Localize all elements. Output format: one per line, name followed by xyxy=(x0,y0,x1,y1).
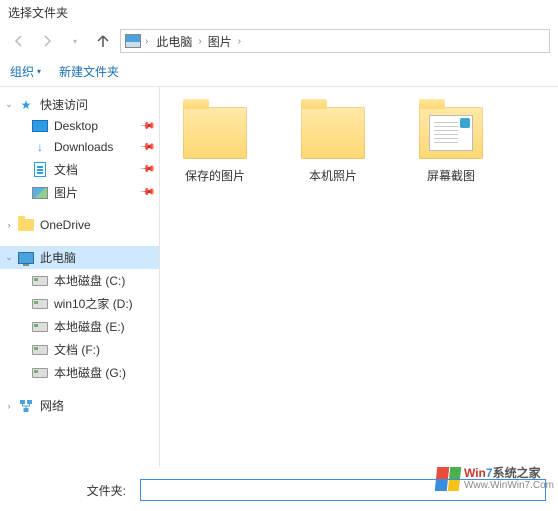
item-label: 保存的图片 xyxy=(170,167,260,184)
recent-dropdown[interactable]: ▾ xyxy=(64,30,86,52)
chevron-down-icon: ▾ xyxy=(37,67,41,76)
drive-icon xyxy=(32,345,48,355)
sidebar-item-desktop[interactable]: Desktop 📌 xyxy=(0,116,159,136)
sidebar-this-pc[interactable]: ⌄ 此电脑 xyxy=(0,246,159,269)
network-label: 网络 xyxy=(40,397,64,414)
up-button[interactable] xyxy=(92,30,114,52)
folder-item[interactable]: 屏幕截图 xyxy=(406,107,496,184)
sidebar-item-label: 图片 xyxy=(54,184,78,201)
sidebar-item-label: 本地磁盘 (C:) xyxy=(54,272,125,289)
sidebar-item-label: win10之家 (D:) xyxy=(54,295,133,312)
sidebar-item-label: 本地磁盘 (G:) xyxy=(54,364,126,381)
expand-icon[interactable]: › xyxy=(4,220,14,230)
sidebar-item-label: 文档 xyxy=(54,161,78,178)
nav-bar: ▾ › 此电脑 › 图片 › xyxy=(0,25,558,57)
window-title: 选择文件夹 xyxy=(0,0,558,25)
folder-icon xyxy=(301,107,365,159)
collapse-icon[interactable]: ⌄ xyxy=(4,99,14,110)
breadcrumb-root[interactable]: 此电脑 xyxy=(152,31,196,52)
sidebar-item-label: Downloads xyxy=(54,140,113,154)
pc-icon xyxy=(18,252,34,264)
sidebar-item-label: 文档 (F:) xyxy=(54,341,100,358)
quick-access-label: 快速访问 xyxy=(40,96,88,113)
sidebar-drive-f[interactable]: 文档 (F:) xyxy=(0,338,159,361)
folder-icon xyxy=(183,107,247,159)
sidebar-network[interactable]: › 网络 xyxy=(0,394,159,417)
quick-access-group: ⌄ ★ 快速访问 Desktop 📌 ↓ Downloads 📌 文档 📌 xyxy=(0,93,159,204)
this-pc-label: 此电脑 xyxy=(40,249,76,266)
breadcrumb-current[interactable]: 图片 xyxy=(204,31,236,52)
pin-icon: 📌 xyxy=(138,118,155,135)
sidebar-item-documents[interactable]: 文档 📌 xyxy=(0,158,159,181)
organize-label: 组织 xyxy=(10,63,34,80)
this-pc-icon xyxy=(125,34,141,48)
sidebar-item-downloads[interactable]: ↓ Downloads 📌 xyxy=(0,136,159,158)
sidebar: ⌄ ★ 快速访问 Desktop 📌 ↓ Downloads 📌 文档 📌 xyxy=(0,87,160,467)
back-button[interactable] xyxy=(8,30,30,52)
collapse-icon[interactable]: ⌄ xyxy=(4,252,14,263)
this-pc-group: ⌄ 此电脑 本地磁盘 (C:) win10之家 (D:) 本地磁盘 (E:) 文… xyxy=(0,246,159,384)
pin-icon: 📌 xyxy=(138,184,155,201)
folder-name-input[interactable] xyxy=(140,479,546,501)
chevron-right-icon: › xyxy=(198,36,201,47)
picture-icon xyxy=(32,187,48,199)
items-row: 保存的图片 本机照片 屏幕截图 xyxy=(170,107,548,184)
toolbar: 组织 ▾ 新建文件夹 xyxy=(0,57,558,87)
star-icon: ★ xyxy=(18,97,34,113)
sidebar-drive-e[interactable]: 本地磁盘 (E:) xyxy=(0,315,159,338)
drive-icon xyxy=(32,322,48,332)
folder-field-label: 文件夹: xyxy=(12,482,132,499)
organize-menu[interactable]: 组织 ▾ xyxy=(10,63,41,80)
item-label: 屏幕截图 xyxy=(406,167,496,184)
document-icon xyxy=(34,162,46,177)
sidebar-drive-c[interactable]: 本地磁盘 (C:) xyxy=(0,269,159,292)
address-bar[interactable]: › 此电脑 › 图片 › xyxy=(120,29,550,53)
folder-thumbnail-icon xyxy=(419,107,483,159)
item-label: 本机照片 xyxy=(288,167,378,184)
sidebar-item-pictures[interactable]: 图片 📌 xyxy=(0,181,159,204)
network-group: › 网络 xyxy=(0,394,159,417)
drive-icon xyxy=(32,368,48,378)
network-icon xyxy=(18,398,34,414)
drive-icon xyxy=(32,299,48,309)
chevron-right-icon: › xyxy=(238,36,241,47)
download-icon: ↓ xyxy=(32,139,48,155)
breadcrumb: 此电脑 › 图片 › xyxy=(152,31,241,52)
new-folder-button[interactable]: 新建文件夹 xyxy=(59,63,119,80)
onedrive-label: OneDrive xyxy=(40,218,91,232)
sidebar-item-label: 本地磁盘 (E:) xyxy=(54,318,125,335)
sidebar-drive-d[interactable]: win10之家 (D:) xyxy=(0,292,159,315)
sidebar-onedrive[interactable]: › OneDrive xyxy=(0,214,159,236)
footer: 文件夹: xyxy=(0,469,558,511)
forward-button[interactable] xyxy=(36,30,58,52)
pin-icon: 📌 xyxy=(138,139,155,156)
desktop-icon xyxy=(32,120,48,132)
main-area: ⌄ ★ 快速访问 Desktop 📌 ↓ Downloads 📌 文档 📌 xyxy=(0,87,558,467)
folder-item[interactable]: 保存的图片 xyxy=(170,107,260,184)
onedrive-group: › OneDrive xyxy=(0,214,159,236)
expand-icon[interactable]: › xyxy=(4,401,14,411)
pin-icon: 📌 xyxy=(138,161,155,178)
chevron-right-icon: › xyxy=(145,36,148,47)
sidebar-drive-g[interactable]: 本地磁盘 (G:) xyxy=(0,361,159,384)
folder-item[interactable]: 本机照片 xyxy=(288,107,378,184)
onedrive-icon xyxy=(18,219,34,231)
drive-icon xyxy=(32,276,48,286)
content-pane[interactable]: 保存的图片 本机照片 屏幕截图 xyxy=(160,87,558,467)
sidebar-quick-access[interactable]: ⌄ ★ 快速访问 xyxy=(0,93,159,116)
sidebar-item-label: Desktop xyxy=(54,119,98,133)
